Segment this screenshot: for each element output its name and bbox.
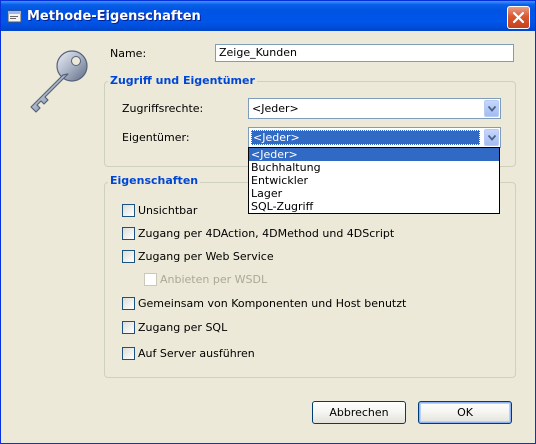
checkbox-label: Auf Server ausführen <box>138 347 255 360</box>
checkbox-label: Zugang per Web Service <box>138 250 274 263</box>
checkbox-box[interactable] <box>122 347 135 360</box>
properties-group-title: Eigenschaften <box>108 174 201 187</box>
checkbox-box[interactable] <box>122 227 135 240</box>
owner-label: Eigentümer: <box>122 131 190 144</box>
access-owner-group-title: Zugriff und Eigentümer <box>108 74 257 87</box>
checkbox-box[interactable] <box>122 297 135 310</box>
owner-dropdown-button[interactable] <box>484 129 499 146</box>
checkbox-box[interactable] <box>122 204 135 217</box>
checkbox-box[interactable] <box>122 250 135 263</box>
name-value: Zeige_Kunden <box>219 46 297 59</box>
name-label: Name: <box>110 47 147 60</box>
access-rights-label: Zugriffsrechte: <box>122 102 204 115</box>
owner-select[interactable]: <Jeder> <box>248 127 501 148</box>
ok-button[interactable]: OK <box>418 401 512 424</box>
owner-value: <Jeder> <box>251 130 480 145</box>
owner-dropdown-list[interactable]: <Jeder> Buchhaltung Entwickler Lager SQL… <box>248 147 500 214</box>
checkbox-label: Anbieten per WSDL <box>160 273 268 286</box>
close-icon <box>512 11 525 24</box>
dropdown-option[interactable]: <Jeder> <box>249 148 499 161</box>
key-icon <box>30 50 88 113</box>
access-rights-dropdown-button[interactable] <box>484 100 499 117</box>
checkbox-label: Zugang per 4DAction, 4DMethod und 4DScri… <box>138 227 395 240</box>
checkbox-label: Zugang per SQL <box>138 321 228 334</box>
cancel-button[interactable]: Abbrechen <box>312 401 406 424</box>
chevron-down-icon <box>488 135 496 141</box>
checkbox-box[interactable] <box>122 321 135 334</box>
dropdown-option[interactable]: SQL-Zugriff <box>249 200 499 213</box>
window-title: Methode-Eigenschaften <box>27 9 201 24</box>
chevron-down-icon <box>488 106 496 112</box>
access-rights-select[interactable]: <Jeder> <box>248 98 501 119</box>
title-bar[interactable]: Methode-Eigenschaften <box>1 1 535 31</box>
dropdown-option[interactable]: Lager <box>249 187 499 200</box>
checkbox-box <box>144 273 157 286</box>
name-field[interactable]: Zeige_Kunden <box>215 44 514 62</box>
checkbox-label: Gemeinsam von Komponenten und Host benut… <box>138 297 407 310</box>
dialog-window: Methode-Eigenschaften Name: Zeige_Kunden… <box>0 0 536 444</box>
close-button[interactable] <box>507 6 530 29</box>
dropdown-option[interactable]: Buchhaltung <box>249 161 499 174</box>
checkbox-label: Unsichtbar <box>138 204 198 217</box>
dropdown-option[interactable]: Entwickler <box>249 174 499 187</box>
access-rights-value: <Jeder> <box>252 102 299 115</box>
app-icon <box>7 10 22 23</box>
